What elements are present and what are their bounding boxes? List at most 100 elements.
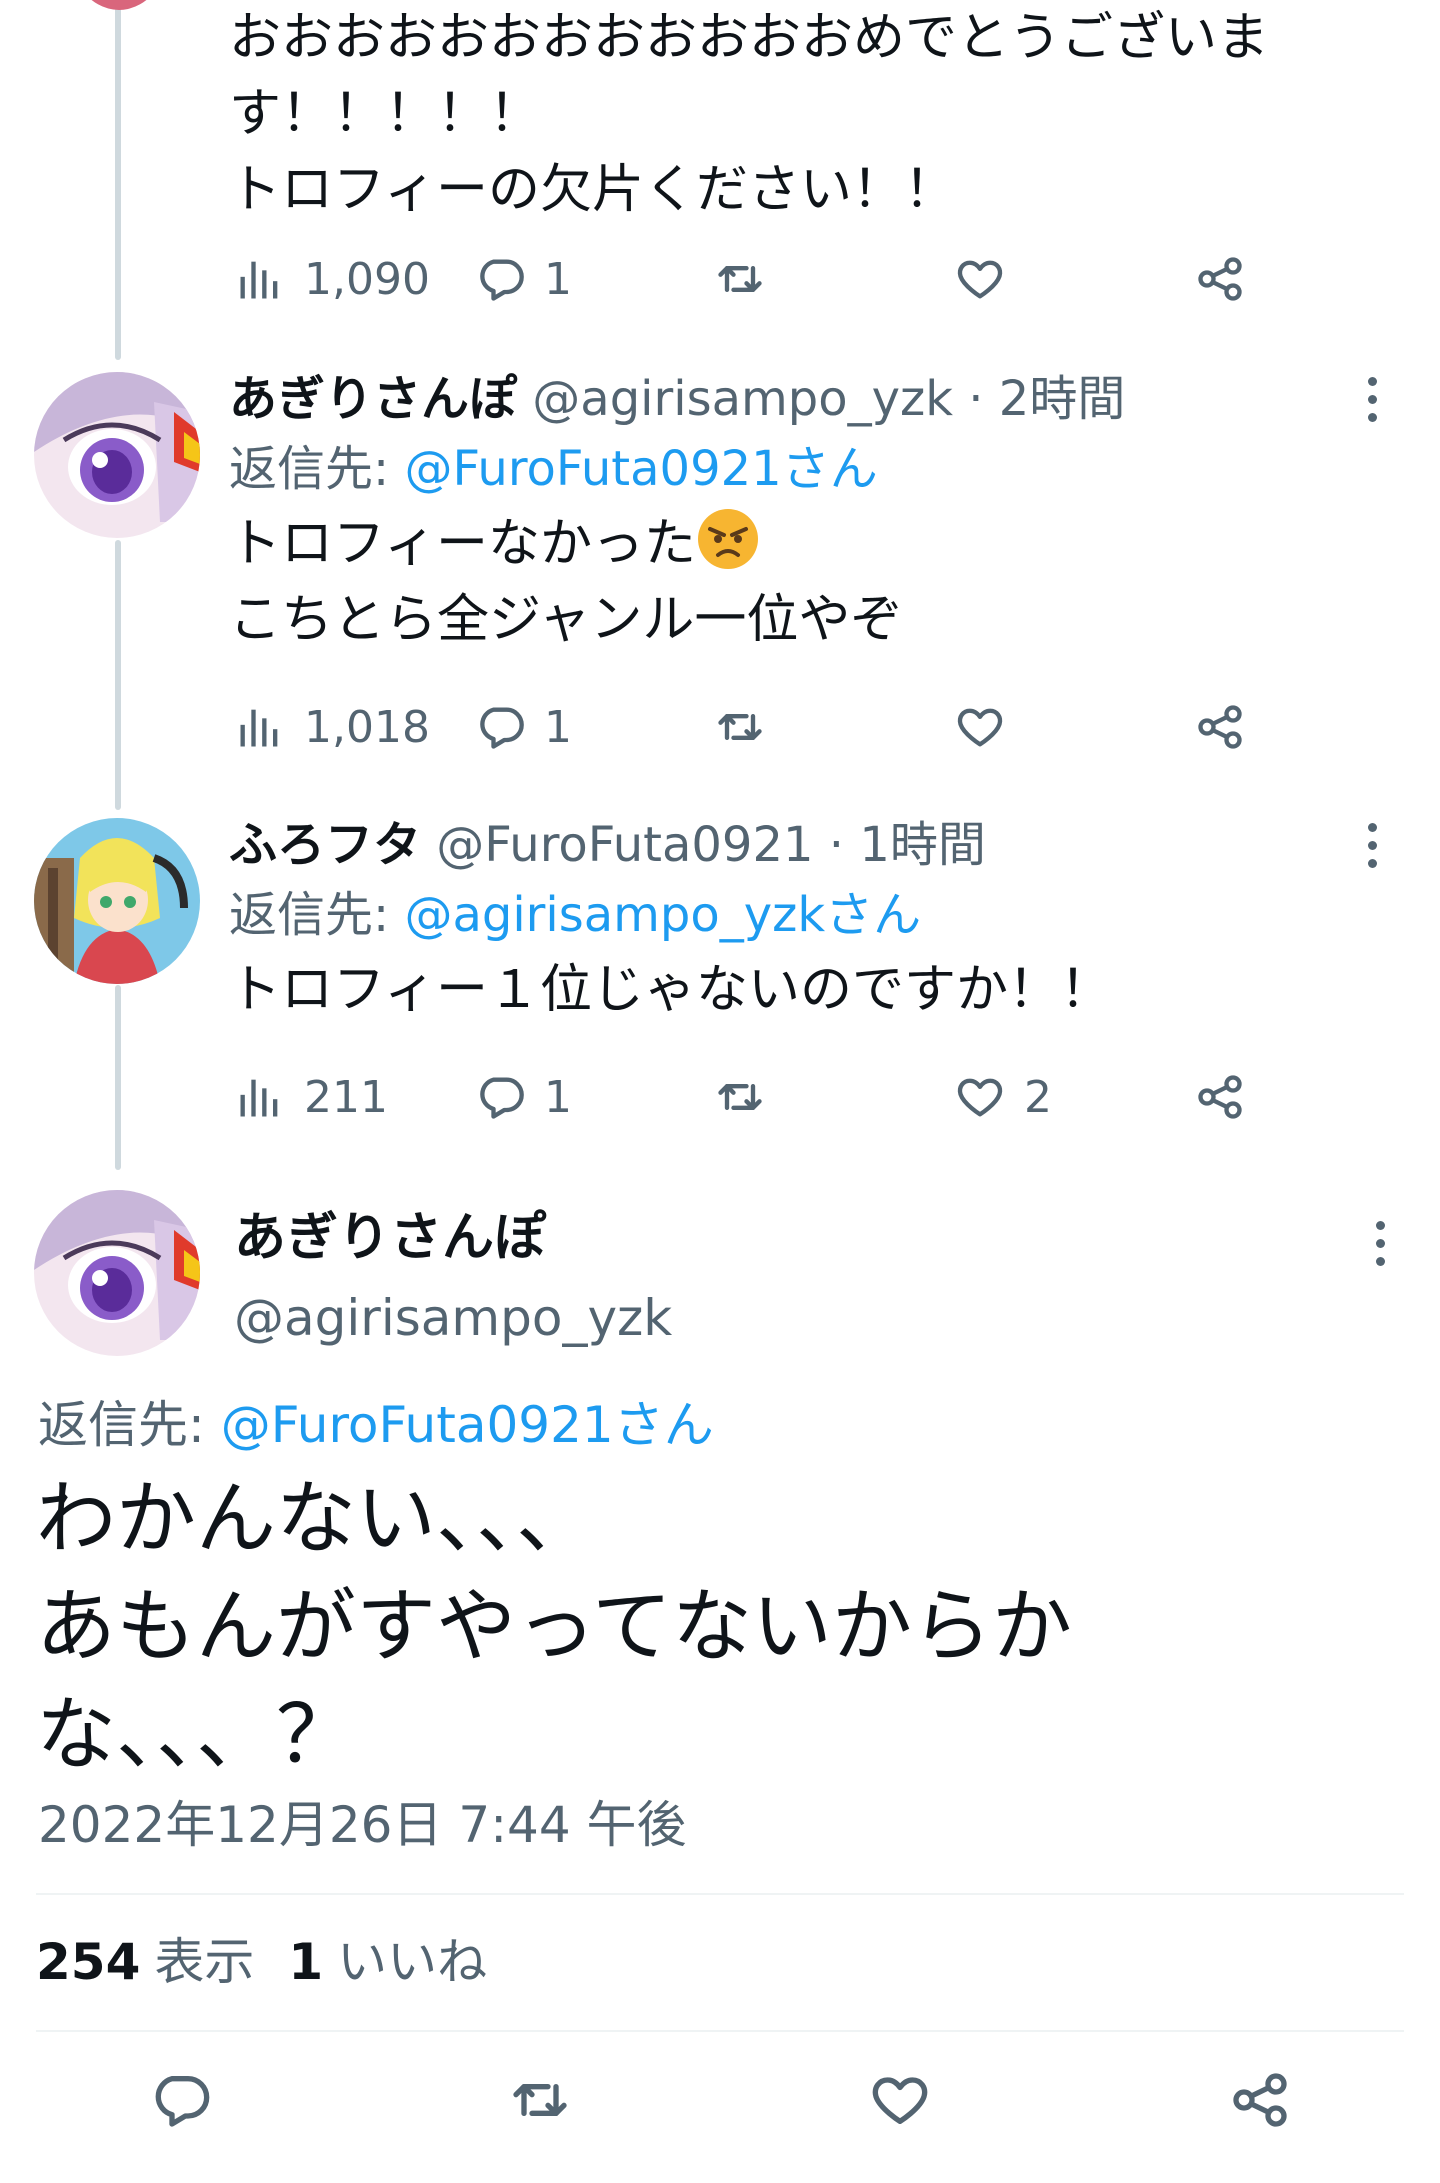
more-dots-icon[interactable] xyxy=(1352,812,1392,878)
likes-label[interactable]: いいね xyxy=(337,1933,487,1991)
tweet-text-line: こちとら全ジャンル一位やぞ xyxy=(229,590,903,650)
heart-icon xyxy=(957,708,1003,747)
speech-bubble-icon xyxy=(480,259,524,301)
like-button[interactable] xyxy=(860,2060,940,2140)
heart-icon xyxy=(957,1078,1003,1117)
tweet-actions: 211 1 2 xyxy=(229,1062,1269,1132)
tweet-text: トロフィーなかった こちとら全ジャンル一位やぞ xyxy=(229,506,1400,658)
reply-button[interactable] xyxy=(140,2060,220,2140)
tweet-actions: 1,090 1 xyxy=(229,244,1269,314)
heart-icon xyxy=(957,260,1003,299)
reply-mention-link[interactable]: @FuroFuta0921さん xyxy=(221,1396,714,1454)
reply-count: 1 xyxy=(544,253,572,305)
tweet-header: あぎりさんぽ @agirisampo_yzk · 2時間 xyxy=(229,366,1400,432)
retweet-icon xyxy=(718,266,762,292)
more-dots-icon[interactable] xyxy=(1360,1210,1400,1276)
relative-time[interactable]: 2時間 xyxy=(999,371,1126,427)
reply-to-line: 返信先: @agirisampo_yzkさん xyxy=(229,878,1400,952)
reply-to-line: 返信先: @FuroFuta0921さん xyxy=(229,432,1400,506)
bar-chart-icon xyxy=(240,261,278,299)
tweet-text-line: トロフィーなかった xyxy=(229,506,1400,582)
tweet-text: トロフィー１位じゃないのですか！！ xyxy=(229,952,1400,1028)
retweet-icon xyxy=(513,2084,567,2116)
display-name[interactable]: あぎりさんぽ xyxy=(229,371,517,427)
like-button[interactable]: 2 xyxy=(954,1062,1052,1132)
divider xyxy=(36,2030,1404,2032)
divider xyxy=(36,1893,1404,1895)
share-button[interactable] xyxy=(1194,244,1246,314)
thread-line xyxy=(115,0,121,360)
share-button[interactable] xyxy=(1194,1062,1246,1132)
avatar[interactable] xyxy=(64,0,174,10)
reply-to-line: 返信先: @FuroFuta0921さん xyxy=(38,1385,714,1465)
angry-face-icon xyxy=(697,509,758,569)
reply-button[interactable]: 1 xyxy=(474,692,572,762)
display-name[interactable]: ふろフタ xyxy=(229,817,421,873)
reply-button[interactable]: 1 xyxy=(474,244,572,314)
share-icon xyxy=(1198,257,1242,301)
share-icon xyxy=(1198,1075,1242,1119)
avatar[interactable] xyxy=(34,1190,200,1356)
tweet-header: ふろフタ @FuroFuta0921 · 1時間 xyxy=(229,812,1400,878)
tweet-text: おおおおおおおおおおおおめでとうございま す！！！！！ トロフィーの欠片ください… xyxy=(229,0,1400,228)
retweet-icon xyxy=(718,1084,762,1110)
reply-mention-link[interactable]: @agirisampo_yzkさん xyxy=(404,887,921,943)
user-handle[interactable]: @FuroFuta0921 xyxy=(436,817,813,873)
reply-count: 1 xyxy=(544,701,572,753)
reply-to-label: 返信先: xyxy=(229,441,405,497)
separator-dot: · xyxy=(968,371,984,427)
share-icon xyxy=(1198,705,1242,749)
main-tweet-actions xyxy=(0,2060,1440,2140)
thread-line xyxy=(115,540,121,810)
retweet-button[interactable] xyxy=(500,2060,580,2140)
views-button[interactable]: 211 xyxy=(234,1062,388,1132)
tweet-text-line: わかんない、、、 xyxy=(36,1472,596,1565)
views-count: 1,090 xyxy=(304,253,430,305)
user-handle[interactable]: @agirisampo_yzk xyxy=(234,1280,672,1356)
reply-to-label: 返信先: xyxy=(229,887,405,943)
speech-bubble-icon xyxy=(155,2076,210,2127)
tweet-actions: 1,018 1 xyxy=(229,692,1269,762)
avatar[interactable] xyxy=(34,818,200,984)
speech-bubble-icon xyxy=(480,1077,524,1119)
views-label: 表示 xyxy=(154,1933,255,1991)
views-count: 254 xyxy=(36,1933,141,1991)
tweet-timestamp[interactable]: 2022年12月26日 7:44 午後 xyxy=(38,1790,687,1860)
heart-icon xyxy=(872,2077,928,2124)
share-icon xyxy=(1233,2073,1287,2127)
tweet-stats: 254 表示 1 いいね xyxy=(36,1922,521,2002)
likes-count[interactable]: 1 xyxy=(288,1933,323,1991)
tweet-text-line: す！！！！！ xyxy=(229,84,542,144)
like-button[interactable] xyxy=(954,244,1024,314)
relative-time[interactable]: 1時間 xyxy=(859,817,986,873)
avatar[interactable] xyxy=(34,372,200,538)
display-name[interactable]: あぎりさんぽ xyxy=(234,1200,546,1276)
retweet-button[interactable] xyxy=(714,692,784,762)
tweet-item[interactable]: あぎりさんぽ @agirisampo_yzk · 2時間 返信先: @FuroF… xyxy=(229,366,1400,658)
thread-line xyxy=(115,985,121,1170)
views-count: 1,018 xyxy=(304,701,430,753)
user-handle[interactable]: @agirisampo_yzk xyxy=(532,371,953,427)
views-button[interactable]: 1,018 xyxy=(234,692,430,762)
share-button[interactable] xyxy=(1194,692,1246,762)
retweet-button[interactable] xyxy=(714,1062,784,1132)
tweet-item[interactable]: ふろフタ @FuroFuta0921 · 1時間 返信先: @agirisamp… xyxy=(229,812,1400,1028)
tweet-text-line: おおおおおおおおおおおおめでとうございま xyxy=(229,8,1270,68)
more-dots-icon[interactable] xyxy=(1352,366,1392,432)
tweet-text-line: あもんがすやってないからか xyxy=(36,1580,1072,1673)
bar-chart-icon xyxy=(240,709,278,747)
speech-bubble-icon xyxy=(480,707,524,749)
retweet-icon xyxy=(718,714,762,740)
views-button[interactable]: 1,090 xyxy=(234,244,430,314)
tweet-text-segment: トロフィーなかった xyxy=(229,514,696,574)
retweet-button[interactable] xyxy=(714,244,784,314)
tweet-text-line: な、、、？ xyxy=(36,1688,356,1781)
reply-mention-link[interactable]: @FuroFuta0921さん xyxy=(404,441,877,497)
tweet-text-line: トロフィー１位じゃないのですか！！ xyxy=(229,960,1112,1020)
like-button[interactable] xyxy=(954,692,1024,762)
reply-button[interactable]: 1 xyxy=(474,1062,572,1132)
reply-count: 1 xyxy=(544,1071,572,1123)
tweet-item[interactable]: おおおおおおおおおおおおめでとうございま す！！！！！ トロフィーの欠片ください… xyxy=(229,0,1400,228)
bar-chart-icon xyxy=(240,1079,278,1117)
share-button[interactable] xyxy=(1220,2060,1300,2140)
